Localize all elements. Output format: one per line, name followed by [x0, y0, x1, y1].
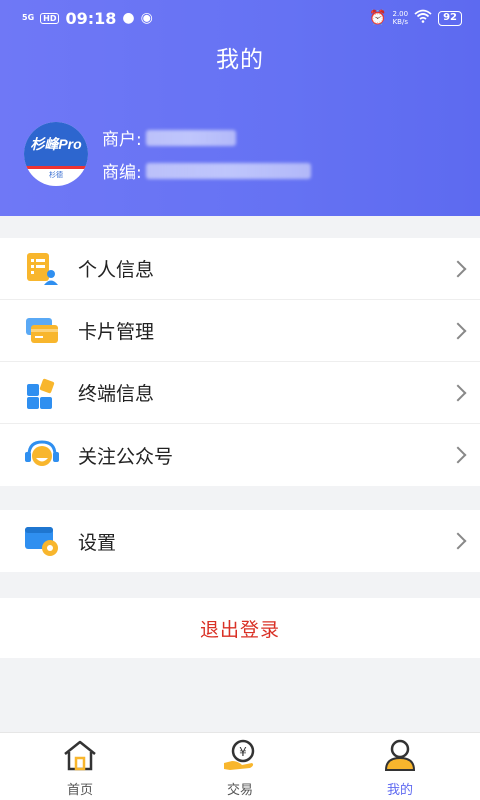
- personal-info-icon: [24, 251, 60, 287]
- logout-button[interactable]: 退出登录: [0, 598, 480, 658]
- card-icon: [24, 313, 60, 349]
- merchant-name-redacted: [145, 129, 236, 146]
- profile-header: 5G HD 09:18 ● ◉ ⏰ 2.00 KB/s 92 我的 杉峰Pro 杉…: [0, 0, 480, 216]
- status-time: 09:18: [65, 8, 117, 28]
- tab-label: 我的: [386, 783, 413, 798]
- profile-icon: [382, 739, 418, 775]
- signal-indicator: 5G: [22, 13, 35, 22]
- compass-icon: ◉: [140, 10, 153, 26]
- menu-label: 卡片管理: [78, 321, 155, 343]
- menu-group-main: 个人信息 卡片管理 终端信息 关注公众号: [0, 238, 480, 486]
- menu-item-settings[interactable]: 设置: [0, 510, 480, 572]
- page-title: 我的: [216, 47, 264, 73]
- merchant-label: 商户:: [102, 130, 142, 150]
- alarm-icon: ⏰: [369, 10, 387, 26]
- avatar[interactable]: 杉峰Pro 杉德: [24, 122, 88, 186]
- home-icon: [62, 739, 98, 775]
- menu-item-follow-account[interactable]: 关注公众号: [0, 424, 480, 486]
- avatar-logo-text: 杉峰Pro: [24, 122, 88, 166]
- menu-label: 个人信息: [78, 259, 155, 281]
- hd-badge: HD: [40, 12, 60, 24]
- menu-label: 设置: [78, 531, 117, 554]
- tab-home[interactable]: 首页: [0, 733, 160, 800]
- settings-icon: [24, 523, 60, 559]
- wifi-icon: [414, 9, 432, 27]
- follow-icon: [24, 437, 60, 473]
- bottom-tab-bar: 首页 ¥ 交易 我的: [0, 732, 480, 800]
- merchant-no-label: 商编:: [102, 163, 142, 183]
- menu-group-settings: 设置: [0, 510, 480, 572]
- svg-text:¥: ¥: [239, 745, 247, 759]
- menu-item-card-management[interactable]: 卡片管理: [0, 300, 480, 362]
- chevron-right-icon: [449, 260, 467, 277]
- menu-item-terminal-info[interactable]: 终端信息: [0, 362, 480, 424]
- menu-label: 关注公众号: [78, 445, 174, 468]
- status-bar: 5G HD 09:18 ● ◉ ⏰ 2.00 KB/s 92: [0, 0, 480, 36]
- terminal-icon: [24, 375, 60, 411]
- menu-item-personal-info[interactable]: 个人信息: [0, 238, 480, 300]
- chevron-right-icon: [449, 384, 467, 401]
- chevron-right-icon: [449, 322, 467, 339]
- tab-profile[interactable]: 我的: [320, 733, 480, 800]
- menu-label: 终端信息: [78, 383, 155, 405]
- avatar-sub-text: 杉德: [49, 171, 63, 179]
- chevron-right-icon: [449, 532, 467, 550]
- wechat-icon: ●: [122, 10, 135, 26]
- battery-indicator: 92: [438, 10, 462, 26]
- merchant-number-row: 商编:: [102, 158, 311, 183]
- chevron-right-icon: [449, 446, 467, 464]
- transaction-icon: ¥: [222, 739, 258, 775]
- merchant-number-redacted: [145, 162, 311, 179]
- merchant-name-row: 商户:: [102, 125, 236, 150]
- tab-label: 交易: [226, 783, 253, 798]
- tab-label: 首页: [66, 783, 93, 798]
- net-rate: 2.00 KB/s: [392, 10, 409, 26]
- tab-transaction[interactable]: ¥ 交易: [160, 733, 320, 800]
- avatar-stripe: [24, 166, 88, 169]
